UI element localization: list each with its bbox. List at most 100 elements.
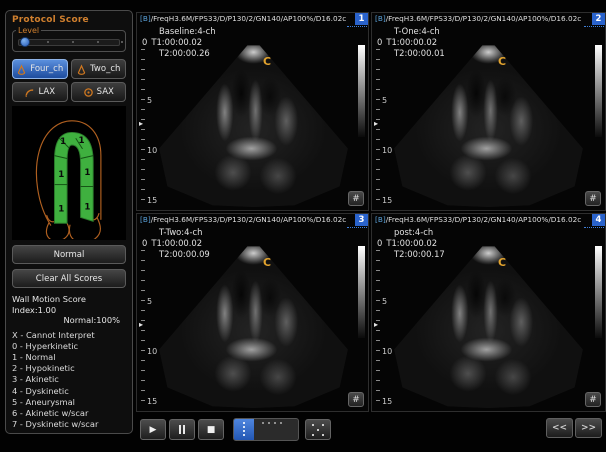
acquisition-settings: [B]/FreqH3.6M/FPS33/D/P130/2/GN140/AP100… [140,215,352,224]
stop-button[interactable]: ■ [198,419,224,440]
segment-score: 1 [84,168,90,178]
depth-zero-label: 0 [377,238,382,248]
orientation-marker: C [263,256,271,269]
depth-tick: 10 [147,146,157,155]
wall-motion-scoring-screen: Protocol Score Level Four_ch Two_ch [0,0,606,452]
timer-t2: T2:00:00.17 [394,249,445,259]
depth-tick: 5 [382,96,387,105]
depth-tick: 10 [382,146,392,155]
depth-ruler: 5 10 15 ▸ [376,250,392,408]
mode-tag: [B] [375,215,386,224]
focus-marker-icon: ▸ [139,119,143,128]
view-button-four-ch[interactable]: Four_ch [12,59,68,79]
echo-quadrant-3[interactable]: [B]/FreqH3.6M/FPS33/D/P130/2/GN140/AP100… [136,213,369,412]
depth-tick: 10 [382,347,392,356]
quadrant-number-badge: 3 [355,214,368,226]
frame-step-icon [312,424,324,436]
depth-tick: 15 [382,397,392,406]
settings-text: /FreqH3.6M/FPS33/D/P130/2/GN140/AP100%/D… [151,215,347,224]
score-legend-item: 3 - Akinetic [12,374,126,385]
focus-marker-icon: ▸ [374,320,378,329]
annotation-button[interactable]: # [585,392,601,407]
scrubber-handle-icon[interactable] [234,419,254,440]
stop-icon: ■ [207,425,216,435]
ultrasound-image [151,236,356,408]
annotation-button[interactable]: # [348,392,364,407]
frame-step-button[interactable] [305,419,331,440]
depth-tick: 15 [382,196,392,205]
quadrant-number-badge: 2 [592,13,605,25]
echo-quadrant-1[interactable]: [B]/FreqH3.6M/FPS33/D/P130/2/GN140/AP100… [136,12,369,211]
play-icon: ▶ [150,425,157,435]
depth-tick: 5 [382,297,387,306]
quadrant-number-badge: 4 [592,214,605,226]
level-group: Level [12,30,126,52]
echo-quadrant-2[interactable]: [B]/FreqH3.6M/FPS33/D/P130/2/GN140/AP100… [371,12,606,211]
mode-tag: [B] [140,14,151,23]
long-axis-icon [24,87,35,98]
segment-score: 1 [60,137,66,147]
timer-t1: T1:00:00.02 [386,37,437,47]
play-button[interactable]: ▶ [140,419,166,440]
view-button-label: Four_ch [30,64,63,74]
timer-t2: T2:00:00.26 [159,48,210,58]
cine-toolbar: ▶ ■ [140,418,331,441]
prev-page-button[interactable]: << [546,418,573,438]
quadrant-number-badge: 1 [355,13,368,25]
pause-button[interactable] [169,419,195,440]
settings-text: /FreqH3.6M/FPS33/D/P130/2/GN140/AP100%/D… [386,14,582,23]
echo-quadrant-4[interactable]: [B]/FreqH3.6M/FPS33/D/P130/2/GN140/AP100… [371,213,606,412]
segment-score: 1 [58,205,64,215]
focus-indicator [584,227,604,228]
score-summary: Wall Motion Score Index:1.00 Normal:100% [12,294,126,326]
clear-all-scores-button[interactable]: Clear All Scores [12,269,126,288]
grayscale-bar [595,45,602,137]
wall-motion-diagram[interactable]: 1 1 1 1 1 1 [12,106,126,240]
view-button-lax[interactable]: LAX [12,82,68,102]
view-label: T-Two:4-ch [159,227,202,237]
segment-score: 1 [84,203,90,213]
score-legend: X - Cannot Interpret 0 - Hyperkinetic 1 … [12,330,126,431]
score-legend-item: 2 - Hypokinetic [12,363,126,374]
mode-tag: [B] [375,14,386,23]
grayscale-bar [595,246,602,338]
ultrasound-image [386,35,591,207]
view-button-grid: Four_ch Two_ch LAX [12,59,126,102]
view-button-sax[interactable]: SAX [71,82,127,102]
annotation-button[interactable]: # [348,191,364,206]
view-label: post:4-ch [394,227,433,237]
timer-t1: T1:00:00.02 [386,238,437,248]
segment-score: 1 [79,136,85,146]
ultrasound-image [386,236,591,408]
focus-marker-icon: ▸ [374,119,378,128]
sector-probe-icon [16,64,27,75]
view-button-label: LAX [38,87,55,97]
timer-t2: T2:00:00.09 [159,249,210,259]
timer-t1: T1:00:00.02 [151,238,202,248]
mode-tag: [B] [140,215,151,224]
normal-button[interactable]: Normal [12,245,126,264]
view-button-two-ch[interactable]: Two_ch [71,59,127,79]
cine-scrubber[interactable] [233,418,299,441]
grayscale-bar [358,246,365,338]
level-slider-thumb[interactable] [20,37,30,47]
acquisition-settings: [B]/FreqH3.6M/FPS33/D/P130/2/GN140/AP100… [140,14,352,23]
next-page-button[interactable]: >> [575,418,602,438]
scrubber-track[interactable] [254,419,298,440]
grayscale-bar [358,45,365,137]
orientation-marker: C [498,55,506,68]
sector-probe-icon [76,64,87,75]
annotation-button[interactable]: # [585,191,601,206]
short-axis-icon [83,87,94,98]
level-slider[interactable] [18,39,120,46]
depth-zero-label: 0 [377,37,382,47]
depth-tick: 10 [147,347,157,356]
pause-icon [179,425,185,434]
score-normal-line: Normal:100% [12,315,126,326]
depth-tick: 5 [147,96,152,105]
depth-ruler: 5 10 15 ▸ [141,49,157,207]
focus-indicator [347,26,367,27]
orientation-marker: C [263,55,271,68]
acquisition-settings: [B]/FreqH3.6M/FPS33/D/P130/2/GN140/AP100… [375,14,589,23]
score-legend-item: 0 - Hyperkinetic [12,341,126,352]
